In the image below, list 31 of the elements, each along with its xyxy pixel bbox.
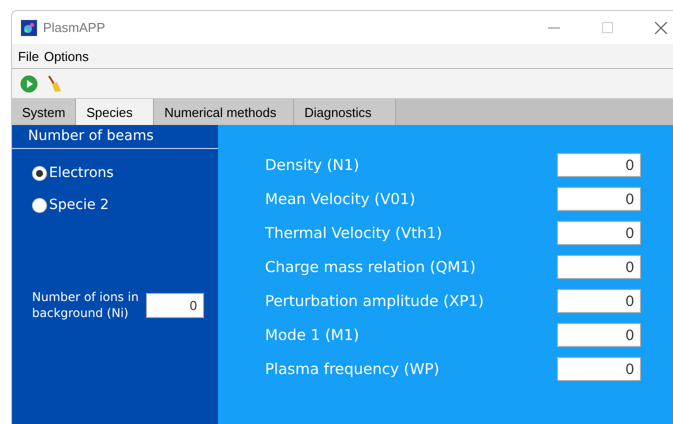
app-icon [21, 20, 37, 36]
radio-label[interactable]: Electrons [49, 165, 114, 181]
menu-item[interactable]: File [18, 48, 39, 64]
input-field[interactable]: 0 [557, 255, 641, 279]
field-label: Number of ions in background (Ni) [32, 289, 140, 321]
field-label: Thermal Velocity (Vth1) [265, 224, 444, 242]
window-title: PlasmAPP [43, 20, 106, 35]
input-field[interactable]: 0 [557, 357, 641, 381]
tab[interactable]: System [12, 99, 76, 125]
menu-item[interactable]: Options [44, 48, 89, 64]
input-field[interactable]: 0 [557, 153, 641, 177]
field-label: Charge mass relation (QM1) [265, 258, 477, 276]
input-field[interactable]: 0 [557, 289, 641, 313]
radio-button[interactable] [32, 198, 47, 212]
input-field[interactable]: 0 [146, 292, 204, 318]
tab[interactable]: Numerical methods [154, 99, 294, 125]
close-icon[interactable] [655, 22, 667, 34]
input-field[interactable]: 0 [557, 221, 641, 245]
field-label: Density (N1) [265, 156, 360, 174]
tab[interactable]: Species [76, 99, 154, 125]
field-label: Perturbation amplitude (XP1) [265, 292, 485, 310]
broom-icon[interactable] [46, 74, 62, 92]
input-field[interactable]: 0 [557, 323, 641, 347]
field-label: Mode 1 (M1) [265, 326, 360, 344]
input-field[interactable]: 0 [557, 187, 641, 211]
field-label: Mean Velocity (V01) [265, 190, 416, 208]
radio-button[interactable] [32, 166, 47, 180]
field-label: Plasma frequency (WP) [265, 360, 440, 378]
play-icon[interactable] [20, 74, 38, 92]
tab[interactable]: Diagnostics [294, 99, 396, 125]
radio-label[interactable]: Specie 2 [49, 197, 109, 213]
